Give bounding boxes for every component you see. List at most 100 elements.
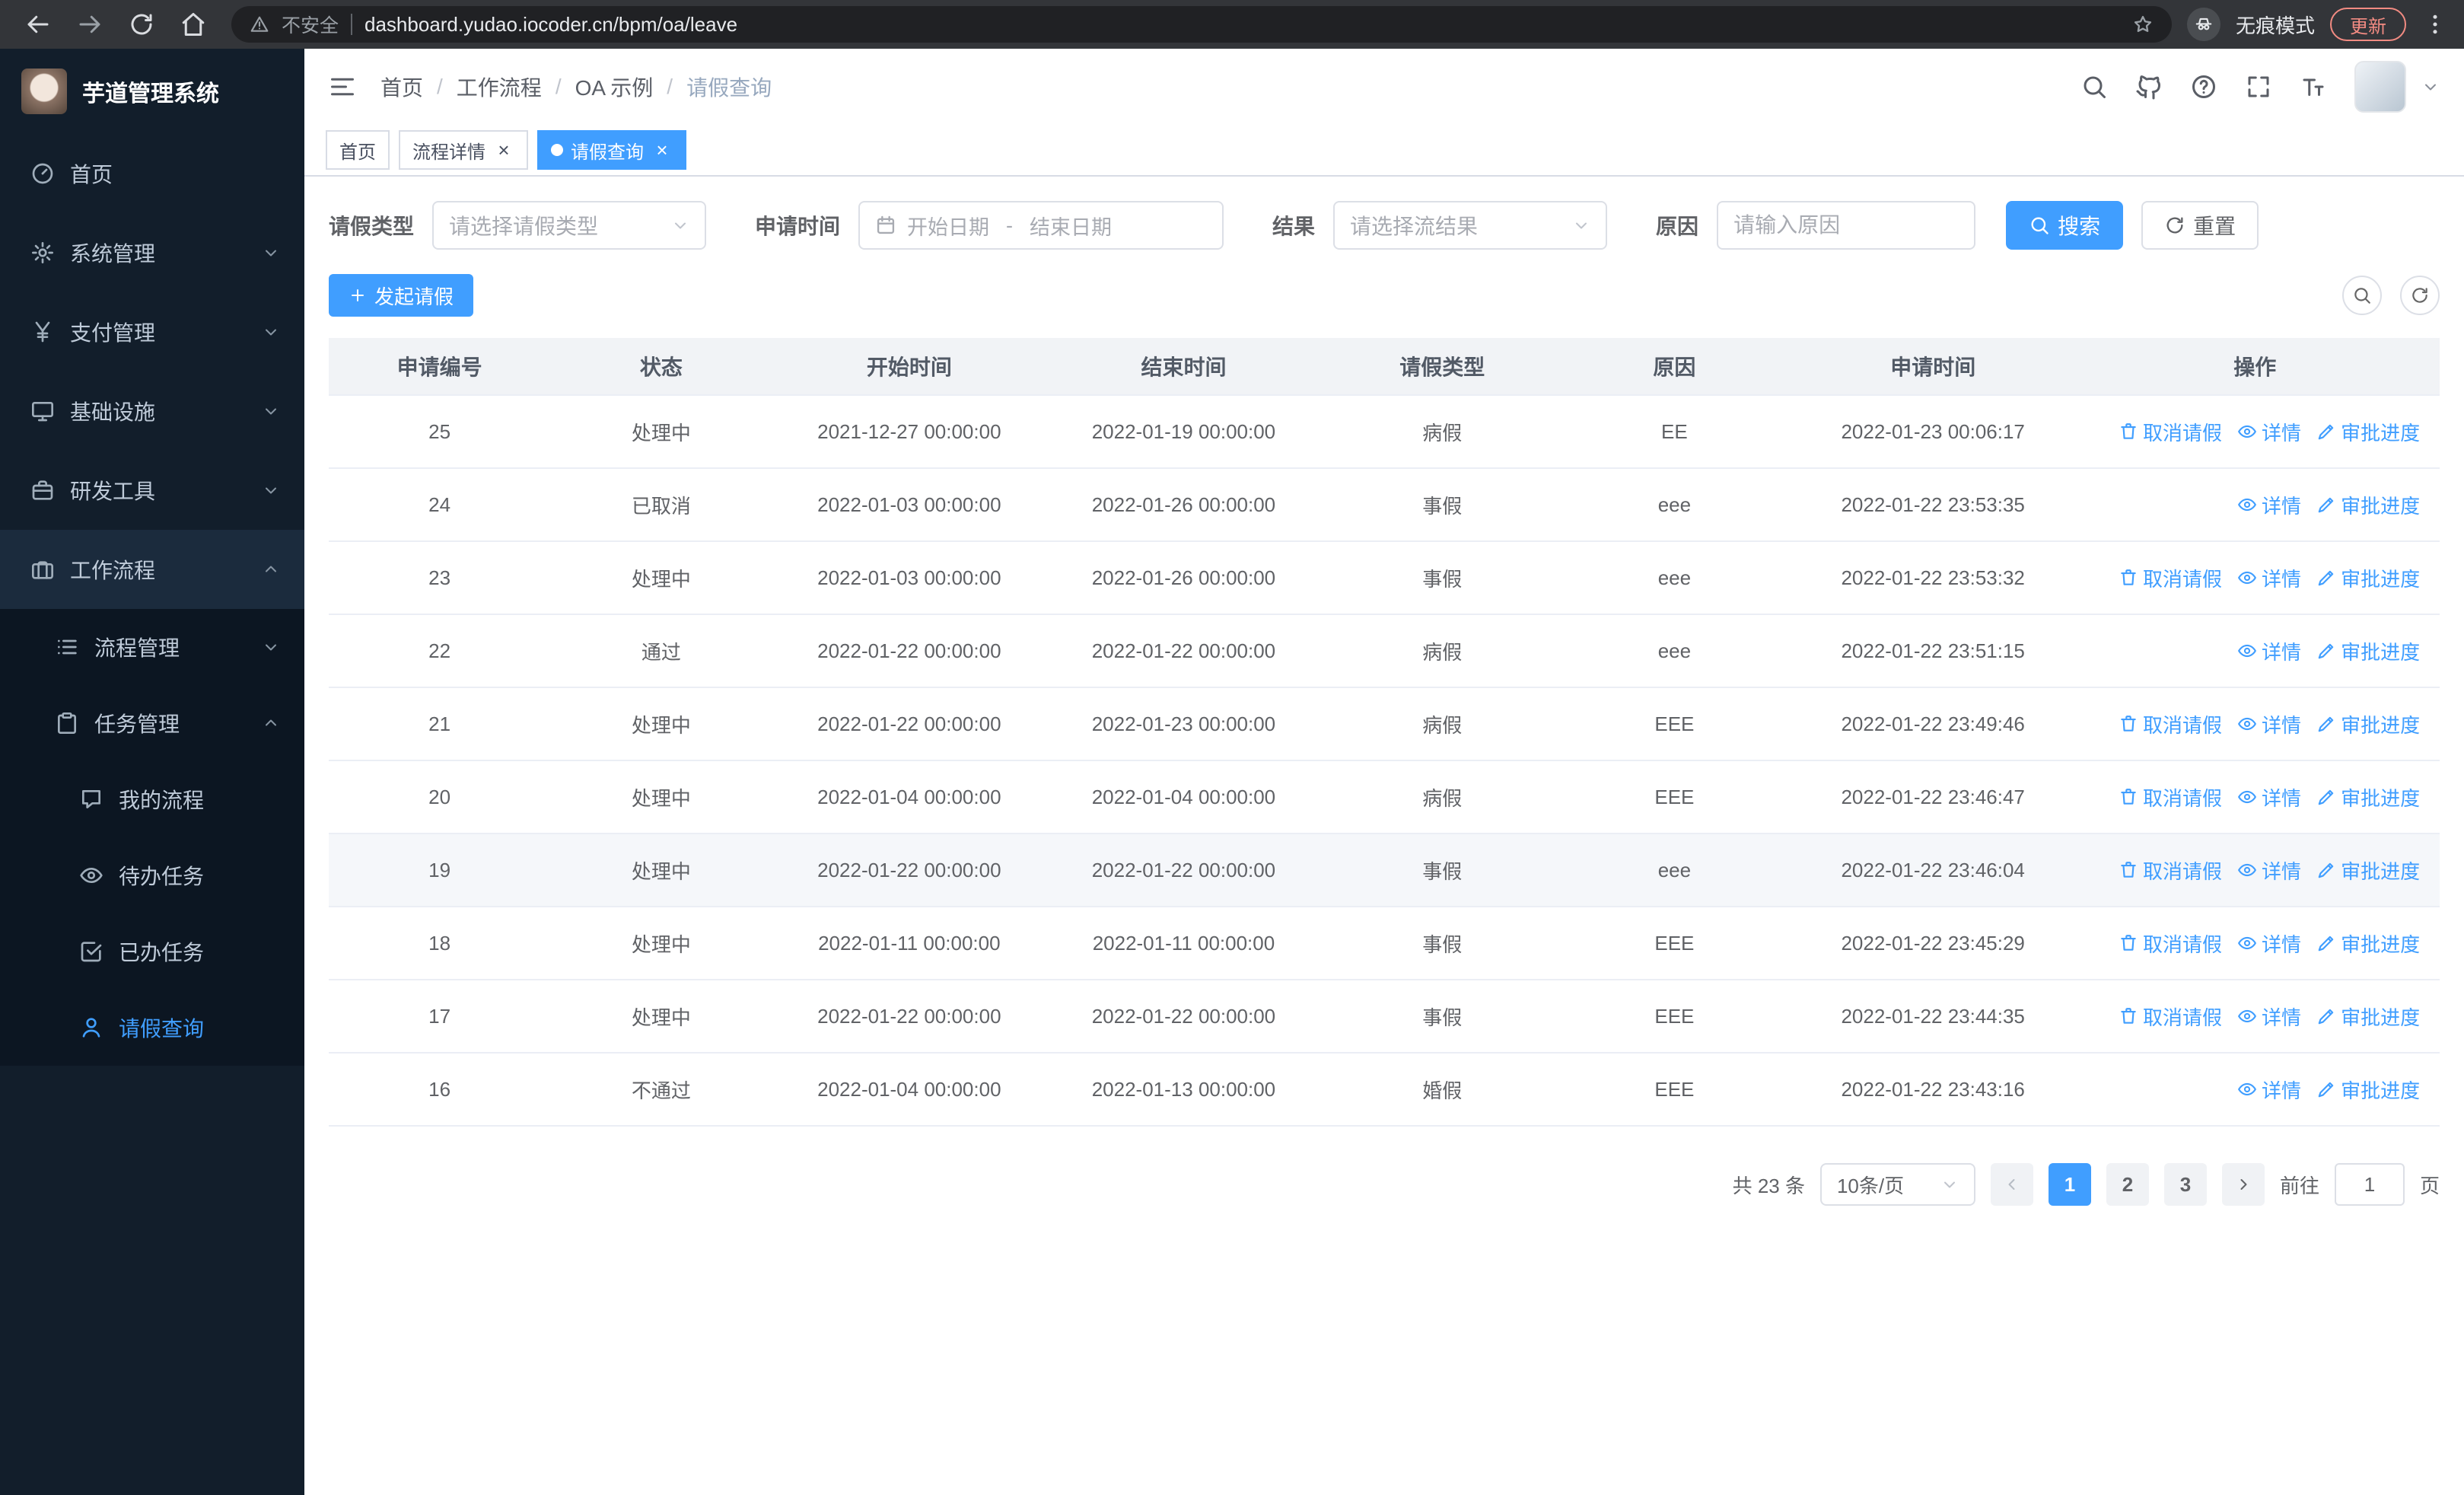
progress-link[interactable]: 审批进度 bbox=[2316, 1003, 2420, 1031]
reason-input[interactable] bbox=[1717, 201, 1976, 250]
cancel-leave-link[interactable]: 取消请假 bbox=[2119, 856, 2222, 885]
detail-link[interactable]: 详情 bbox=[2237, 1003, 2301, 1031]
app-logo: 芋道管理系统 bbox=[0, 49, 304, 134]
sidebar-item-process-mgmt[interactable]: 流程管理 bbox=[0, 609, 304, 685]
logo-image bbox=[21, 69, 67, 114]
header-search-icon[interactable] bbox=[2080, 73, 2108, 100]
leave-type-select[interactable]: 请选择请假类型 bbox=[432, 201, 707, 250]
sidebar-item-devtools[interactable]: 研发工具 bbox=[0, 451, 304, 530]
sidebar-item-task-mgmt[interactable]: 任务管理 bbox=[0, 685, 304, 761]
chrome-menu-icon[interactable] bbox=[2421, 11, 2449, 38]
cancel-leave-link[interactable]: 取消请假 bbox=[2119, 1003, 2222, 1031]
cancel-leave-link[interactable]: 取消请假 bbox=[2119, 929, 2222, 958]
progress-link[interactable]: 审批进度 bbox=[2316, 564, 2420, 592]
next-page-button[interactable] bbox=[2221, 1163, 2265, 1206]
detail-link[interactable]: 详情 bbox=[2237, 418, 2301, 446]
sidebar-item-home[interactable]: 首页 bbox=[0, 134, 304, 213]
github-icon[interactable] bbox=[2135, 73, 2163, 100]
toggle-search-button[interactable] bbox=[2342, 276, 2382, 315]
row-actions: 取消请假 详情 审批进度 bbox=[2080, 710, 2429, 738]
detail-link[interactable]: 详情 bbox=[2237, 710, 2301, 738]
browser-forward-icon[interactable] bbox=[76, 11, 103, 38]
detail-link[interactable]: 详情 bbox=[2237, 929, 2301, 958]
page-size-select[interactable]: 10条/页 bbox=[1819, 1163, 1975, 1206]
progress-link[interactable]: 审批进度 bbox=[2316, 783, 2420, 811]
sidebar-item-done-task[interactable]: 已办任务 bbox=[0, 913, 304, 990]
tab-process-detail[interactable]: 流程详情 × bbox=[399, 130, 528, 170]
table-cell: 2021-12-27 00:00:00 bbox=[817, 419, 1001, 443]
table-cell: 2022-01-22 23:45:29 bbox=[1841, 931, 2025, 955]
prev-page-button[interactable] bbox=[1990, 1163, 2033, 1206]
search-button[interactable]: 搜索 bbox=[2006, 201, 2124, 250]
page-1-button[interactable]: 1 bbox=[2048, 1163, 2091, 1206]
progress-link[interactable]: 审批进度 bbox=[2316, 637, 2420, 665]
sidebar-item-system[interactable]: 系统管理 bbox=[0, 213, 304, 292]
help-icon[interactable] bbox=[2190, 73, 2217, 100]
clipboard-icon bbox=[55, 711, 79, 735]
refresh-icon bbox=[2410, 285, 2430, 305]
avatar[interactable] bbox=[2354, 61, 2406, 113]
progress-link[interactable]: 审批进度 bbox=[2316, 1076, 2420, 1104]
tab-leave-query[interactable]: 请假查询 × bbox=[537, 130, 686, 170]
goto-page-input[interactable] bbox=[2334, 1163, 2405, 1206]
table-cell: 16 bbox=[428, 1077, 451, 1101]
browser-refresh-icon[interactable] bbox=[128, 11, 155, 38]
row-actions: 详情 审批进度 bbox=[2080, 637, 2429, 665]
browser-home-icon[interactable] bbox=[180, 11, 207, 38]
detail-link[interactable]: 详情 bbox=[2237, 564, 2301, 592]
page-2-button[interactable]: 2 bbox=[2106, 1163, 2149, 1206]
detail-link[interactable]: 详情 bbox=[2237, 491, 2301, 519]
cancel-leave-link[interactable]: 取消请假 bbox=[2119, 783, 2222, 811]
cancel-leave-link[interactable]: 取消请假 bbox=[2119, 418, 2222, 446]
detail-link[interactable]: 详情 bbox=[2237, 637, 2301, 665]
url-bar[interactable]: 不安全 dashboard.yudao.iocoder.cn/bpm/oa/le… bbox=[231, 6, 2172, 43]
page-3-button[interactable]: 3 bbox=[2163, 1163, 2207, 1206]
breadcrumb-item[interactable]: OA 示例 bbox=[575, 72, 654, 102]
briefcase-icon bbox=[30, 557, 55, 582]
sidebar-item-leave-query[interactable]: 请假查询 bbox=[0, 990, 304, 1066]
create-leave-button[interactable]: 发起请假 bbox=[329, 274, 474, 317]
result-select[interactable]: 请选择流结果 bbox=[1333, 201, 1608, 250]
table-cell: EE bbox=[1661, 419, 1688, 443]
progress-link[interactable]: 审批进度 bbox=[2316, 856, 2420, 885]
close-tab-icon[interactable]: × bbox=[651, 140, 673, 160]
cancel-leave-link[interactable]: 取消请假 bbox=[2119, 564, 2222, 592]
sidebar-item-payment[interactable]: 支付管理 bbox=[0, 292, 304, 371]
table-cell: 事假 bbox=[1422, 494, 1463, 518]
reset-button[interactable]: 重置 bbox=[2141, 201, 2259, 250]
progress-link[interactable]: 审批进度 bbox=[2316, 710, 2420, 738]
browser-back-icon[interactable] bbox=[24, 11, 52, 38]
avatar-caret-icon[interactable] bbox=[2421, 78, 2440, 96]
sidebar-item-infra[interactable]: 基础设施 bbox=[0, 371, 304, 451]
detail-link[interactable]: 详情 bbox=[2237, 856, 2301, 885]
reason-label: 原因 bbox=[1656, 215, 1699, 238]
progress-link[interactable]: 审批进度 bbox=[2316, 929, 2420, 958]
detail-link[interactable]: 详情 bbox=[2237, 1076, 2301, 1104]
font-size-icon[interactable] bbox=[2300, 73, 2327, 100]
breadcrumb-item[interactable]: 首页 bbox=[380, 72, 423, 102]
progress-link[interactable]: 审批进度 bbox=[2316, 491, 2420, 519]
sidebar-item-my-process[interactable]: 我的流程 bbox=[0, 761, 304, 837]
refresh-table-button[interactable] bbox=[2400, 276, 2440, 315]
hamburger-icon[interactable] bbox=[329, 73, 356, 100]
apply-time-label: 申请时间 bbox=[755, 215, 841, 238]
chrome-update-button[interactable]: 更新 bbox=[2330, 8, 2406, 41]
sidebar-item-workflow[interactable]: 工作流程 bbox=[0, 530, 304, 609]
breadcrumb-item[interactable]: 工作流程 bbox=[457, 72, 542, 102]
cancel-leave-link[interactable]: 取消请假 bbox=[2119, 710, 2222, 738]
close-tab-icon[interactable]: × bbox=[493, 140, 514, 160]
detail-link[interactable]: 详情 bbox=[2237, 783, 2301, 811]
tab-label: 请假查询 bbox=[571, 142, 644, 163]
sidebar-item-todo-task[interactable]: 待办任务 bbox=[0, 837, 304, 913]
fullscreen-icon[interactable] bbox=[2245, 73, 2272, 100]
tab-home[interactable]: 首页 bbox=[326, 130, 390, 170]
table-cell: 婚假 bbox=[1422, 1079, 1463, 1102]
progress-link[interactable]: 审批进度 bbox=[2316, 418, 2420, 446]
apply-time-range-picker[interactable]: 开始日期 - 结束日期 bbox=[858, 201, 1224, 250]
leave-table: 申请编号 状态 开始时间 结束时间 请假类型 原因 申请时间 操作 25 处理中 2021-12-… bbox=[329, 338, 2440, 1127]
bookmark-star-icon[interactable] bbox=[2132, 14, 2154, 35]
table-cell: 处理中 bbox=[631, 713, 691, 737]
plus-icon bbox=[349, 286, 367, 304]
trash-icon bbox=[2119, 568, 2138, 588]
leave-type-label: 请假类型 bbox=[329, 215, 415, 238]
